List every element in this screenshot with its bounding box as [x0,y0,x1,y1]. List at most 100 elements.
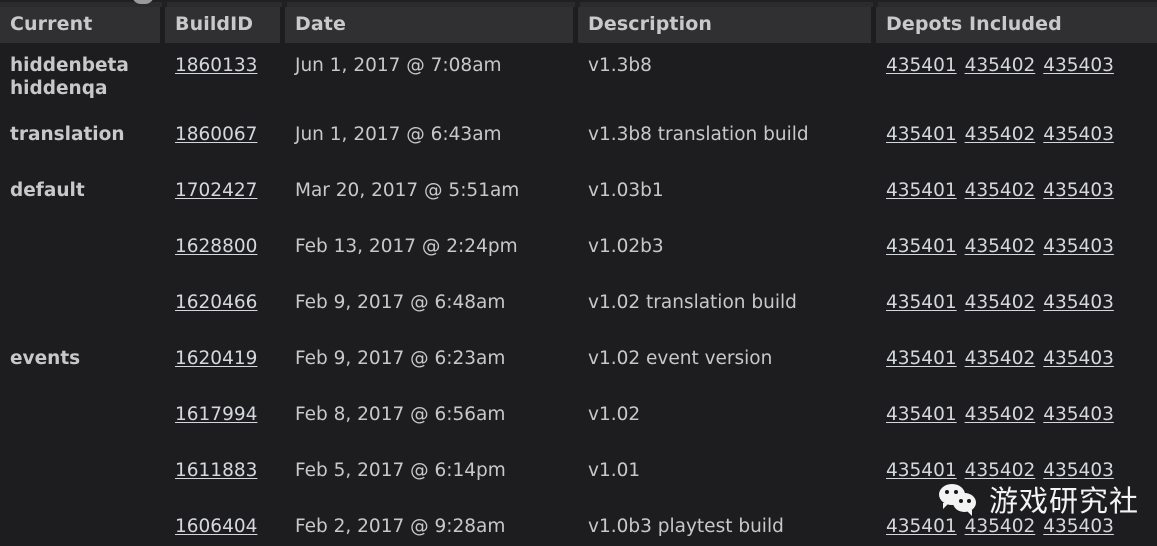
buildid-link[interactable]: 1628800 [175,236,257,257]
cell-buildid: 1860067 [165,112,285,169]
table-row: 1617994 Feb 8, 2017 @ 6:56am v1.02 435401 43… [0,392,1157,449]
cell-date: Feb 2, 2017 @ 9:28am [285,504,578,546]
cell-depots: 435401 435402 435403 [876,448,1157,505]
cell-current: events [0,336,165,393]
cell-date: Jun 1, 2017 @ 7:08am [285,43,578,113]
cell-date: Mar 20, 2017 @ 5:51am [285,168,578,225]
table-row: hiddenbeta hiddenqa 1860133 Jun 1, 2017 @ 7… [0,43,1157,113]
cell-depots: 435401 435402 435403 [876,224,1157,281]
depot-link[interactable]: 435401 [886,404,957,425]
depot-link[interactable]: 435403 [1043,236,1114,257]
depot-link[interactable]: 435401 [886,460,957,481]
cell-depots: 435401 435402 435403 [876,112,1157,169]
depot-link[interactable]: 435402 [965,348,1036,369]
depot-link[interactable]: 435401 [886,180,957,201]
depot-link[interactable]: 435402 [965,292,1036,313]
depot-link[interactable]: 435403 [1043,292,1114,313]
cell-current [0,504,165,546]
cell-date: Feb 13, 2017 @ 2:24pm [285,224,578,281]
cell-depots: 435401 435402 435403 [876,504,1157,546]
cell-description: v1.01 [578,448,876,505]
cell-date: Jun 1, 2017 @ 6:43am [285,112,578,169]
buildid-link[interactable]: 1620466 [175,292,257,313]
cell-description: v1.0b3 playtest build [578,504,876,546]
depot-link[interactable]: 435401 [886,124,957,145]
cell-current [0,448,165,505]
depot-link[interactable]: 435402 [965,516,1036,537]
depot-link[interactable]: 435402 [965,404,1036,425]
cell-depots: 435401 435402 435403 [876,336,1157,393]
builds-table: Current BuildID Date Description Depots … [0,7,1157,546]
depot-link[interactable]: 435402 [965,236,1036,257]
cell-date: Feb 5, 2017 @ 6:14pm [285,448,578,505]
depot-link[interactable]: 435403 [1043,55,1114,76]
buildid-link[interactable]: 1617994 [175,404,257,425]
cell-description: v1.02 translation build [578,280,876,337]
cell-date: Feb 9, 2017 @ 6:48am [285,280,578,337]
cell-description: v1.03b1 [578,168,876,225]
branch-label: hiddenbeta [10,55,129,76]
cell-buildid: 1620419 [165,336,285,393]
table-row: default 1702427 Mar 20, 2017 @ 5:51am v1.03… [0,168,1157,225]
cell-description: v1.02b3 [578,224,876,281]
column-header-date[interactable]: Date [285,7,578,43]
column-header-depots[interactable]: Depots Included [876,7,1157,43]
buildid-link[interactable]: 1860067 [175,124,257,145]
builds-panel: Current BuildID Date Description Depots … [0,0,1157,546]
column-header-description[interactable]: Description [578,7,876,43]
cell-current: translation [0,112,165,169]
cell-description: v1.02 event version [578,336,876,393]
cell-current [0,224,165,281]
cell-date: Feb 9, 2017 @ 6:23am [285,336,578,393]
cell-current [0,392,165,449]
depot-link[interactable]: 435402 [965,55,1036,76]
depot-link[interactable]: 435401 [886,516,957,537]
cell-description: v1.02 [578,392,876,449]
depot-link[interactable]: 435403 [1043,404,1114,425]
depot-link[interactable]: 435403 [1043,124,1114,145]
column-header-current[interactable]: Current [0,7,165,43]
table-row: 1628800 Feb 13, 2017 @ 2:24pm v1.02b3 43540… [0,224,1157,281]
table-header: Current BuildID Date Description Depots … [0,7,1157,43]
depot-link[interactable]: 435403 [1043,180,1114,201]
depot-link[interactable]: 435402 [965,460,1036,481]
cell-current: default [0,168,165,225]
depot-link[interactable]: 435403 [1043,516,1114,537]
depot-link[interactable]: 435402 [965,124,1036,145]
table-row: 1611883 Feb 5, 2017 @ 6:14pm v1.01 435401 43… [0,448,1157,505]
buildid-link[interactable]: 1611883 [175,460,257,481]
depot-link[interactable]: 435402 [965,180,1036,201]
branch-label: hiddenqa [10,77,108,99]
buildid-link[interactable]: 1860133 [175,55,257,76]
cell-current: hiddenbeta hiddenqa [0,43,165,113]
cell-buildid: 1611883 [165,448,285,505]
depot-link[interactable]: 435401 [886,236,957,257]
scrolled-off-row-sliver [0,0,1157,7]
table-header-row: Current BuildID Date Description Depots … [0,7,1157,43]
depot-link[interactable]: 435403 [1043,348,1114,369]
cell-description: v1.3b8 translation build [578,112,876,169]
table-body: hiddenbeta hiddenqa 1860133 Jun 1, 2017 @ 7… [0,43,1157,546]
depot-link[interactable]: 435403 [1043,460,1114,481]
cell-depots: 435401 435402 435403 [876,280,1157,337]
table-row: 1606404 Feb 2, 2017 @ 9:28am v1.0b3 playte… [0,504,1157,546]
table-row: translation 1860067 Jun 1, 2017 @ 6:43am v1… [0,112,1157,169]
depot-link[interactable]: 435401 [886,292,957,313]
column-header-buildid[interactable]: BuildID [165,7,285,43]
buildid-link[interactable]: 1620419 [175,348,257,369]
cell-buildid: 1620466 [165,280,285,337]
table-row: events 1620419 Feb 9, 2017 @ 6:23am v1.02 e… [0,336,1157,393]
cell-depots: 435401 435402 435403 [876,392,1157,449]
cell-description: v1.3b8 [578,43,876,113]
depot-link[interactable]: 435401 [886,348,957,369]
cell-depots: 435401 435402 435403 [876,43,1157,113]
depot-link[interactable]: 435401 [886,55,957,76]
cell-date: Feb 8, 2017 @ 6:56am [285,392,578,449]
buildid-link[interactable]: 1606404 [175,516,257,537]
table-row: 1620466 Feb 9, 2017 @ 6:48am v1.02 transla… [0,280,1157,337]
buildid-link[interactable]: 1702427 [175,180,257,201]
cell-buildid: 1702427 [165,168,285,225]
branch-label: translation [10,124,125,146]
cell-buildid: 1628800 [165,224,285,281]
cell-buildid: 1617994 [165,392,285,449]
